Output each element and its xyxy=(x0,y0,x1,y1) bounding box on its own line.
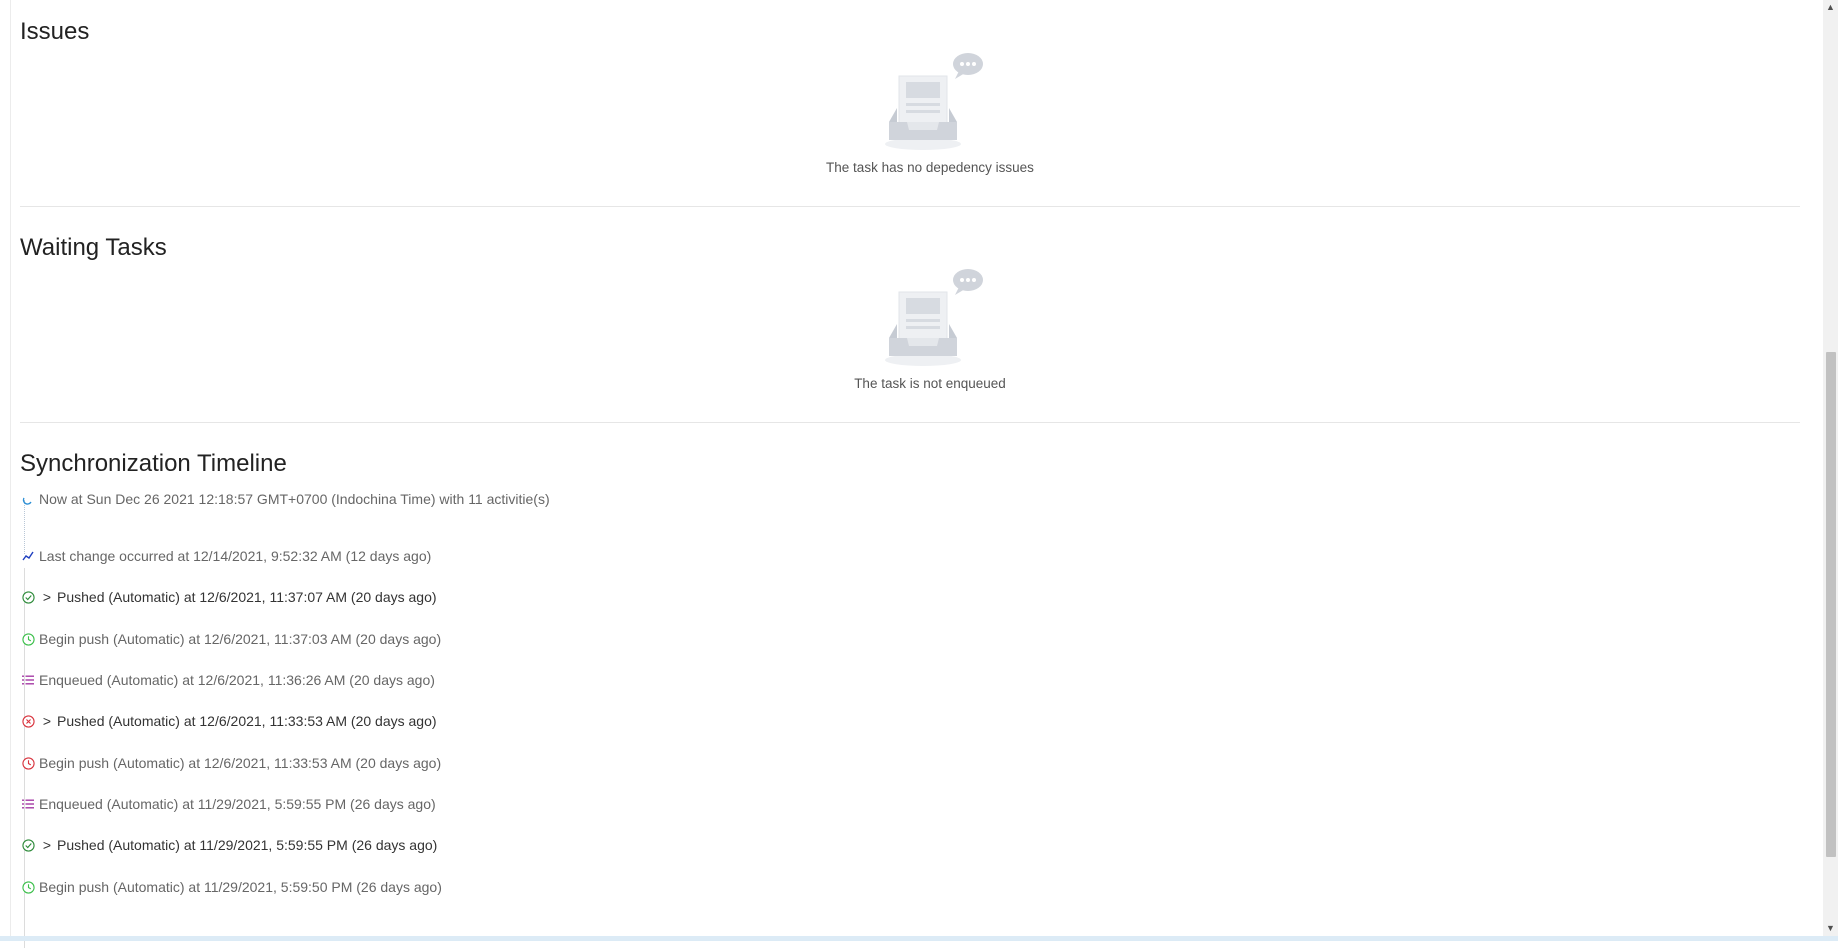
list-icon xyxy=(20,796,36,812)
timeline-item: Begin push (Automatic) at 11/29/2021, 5:… xyxy=(20,876,442,898)
trend-line-icon xyxy=(20,548,36,564)
timeline-item: Enqueued (Automatic) at 12/6/2021, 11:36… xyxy=(20,669,435,691)
timeline-item-text: Enqueued (Automatic) at 11/29/2021, 5:59… xyxy=(39,796,436,812)
scroll-down-arrow-icon[interactable]: ▼ xyxy=(1823,921,1838,936)
timeline-item-expandable[interactable]: > Pushed (Automatic) at 12/6/2021, 11:37:… xyxy=(20,586,437,608)
timeline-item: Begin push (Automatic) at 12/6/2021, 11:… xyxy=(20,752,441,774)
expand-chevron-icon[interactable]: > xyxy=(39,837,55,853)
clock-icon xyxy=(20,879,36,895)
timeline-item-text: Pushed (Automatic) at 12/6/2021, 11:37:0… xyxy=(57,589,437,605)
timeline-item: Enqueued (Automatic) at 11/29/2021, 5:59… xyxy=(20,793,436,815)
timeline-item-text: Begin push (Automatic) at 12/6/2021, 11:… xyxy=(39,755,442,771)
list-icon xyxy=(20,672,36,688)
waiting-tasks-title: Waiting Tasks xyxy=(20,234,167,261)
check-circle-icon xyxy=(20,589,36,605)
left-border xyxy=(10,0,11,941)
loading-icon xyxy=(20,491,36,507)
section-divider xyxy=(20,206,1800,207)
timeline-item-text: Pushed (Automatic) at 11/29/2021, 5:59:5… xyxy=(57,837,438,853)
x-circle-icon xyxy=(20,713,36,729)
waiting-empty-state: The task is not enqueued xyxy=(780,268,1080,391)
timeline-item-text: Begin push (Automatic) at 12/6/2021, 11:… xyxy=(39,631,442,647)
vertical-scrollbar[interactable]: ▲ ▼ xyxy=(1823,0,1838,936)
empty-inbox-icon xyxy=(780,52,1080,152)
timeline-now: Now at Sun Dec 26 2021 12:18:57 GMT+0700… xyxy=(20,488,550,510)
issues-title: Issues xyxy=(20,18,90,45)
timeline-item-text: Begin push (Automatic) at 11/29/2021, 5:… xyxy=(39,879,442,895)
clock-icon xyxy=(20,631,36,647)
timeline-item-expandable[interactable]: > Pushed (Automatic) at 12/6/2021, 11:33:… xyxy=(20,710,437,732)
expand-chevron-icon[interactable]: > xyxy=(39,713,55,729)
scroll-thumb[interactable] xyxy=(1826,352,1836,857)
timeline-item-text: Pushed (Automatic) at 12/6/2021, 11:33:5… xyxy=(57,713,437,729)
timeline-item-expandable[interactable]: > Pushed (Automatic) at 11/29/2021, 5:59:… xyxy=(20,834,437,856)
bottom-status-strip xyxy=(0,936,1838,941)
scroll-up-arrow-icon[interactable]: ▲ xyxy=(1823,0,1838,15)
empty-inbox-icon xyxy=(780,268,1080,368)
timeline-title: Synchronization Timeline xyxy=(20,450,287,477)
timeline-item: Last change occurred at 12/14/2021, 9:52… xyxy=(20,545,431,567)
section-divider xyxy=(20,422,1800,423)
check-circle-icon xyxy=(20,837,36,853)
timeline-item-text: Last change occurred at 12/14/2021, 9:52… xyxy=(39,548,432,564)
issues-empty-text: The task has no depedency issues xyxy=(826,160,1034,175)
waiting-empty-text: The task is not enqueued xyxy=(854,376,1006,391)
timeline-item: Begin push (Automatic) at 12/6/2021, 11:… xyxy=(20,628,441,650)
timeline-now-text: Now at Sun Dec 26 2021 12:18:57 GMT+0700… xyxy=(39,491,550,507)
timeline-item-text: Enqueued (Automatic) at 12/6/2021, 11:36… xyxy=(39,672,435,688)
issues-empty-state: The task has no depedency issues xyxy=(780,52,1080,175)
clock-icon xyxy=(20,755,36,771)
expand-chevron-icon[interactable]: > xyxy=(39,589,55,605)
